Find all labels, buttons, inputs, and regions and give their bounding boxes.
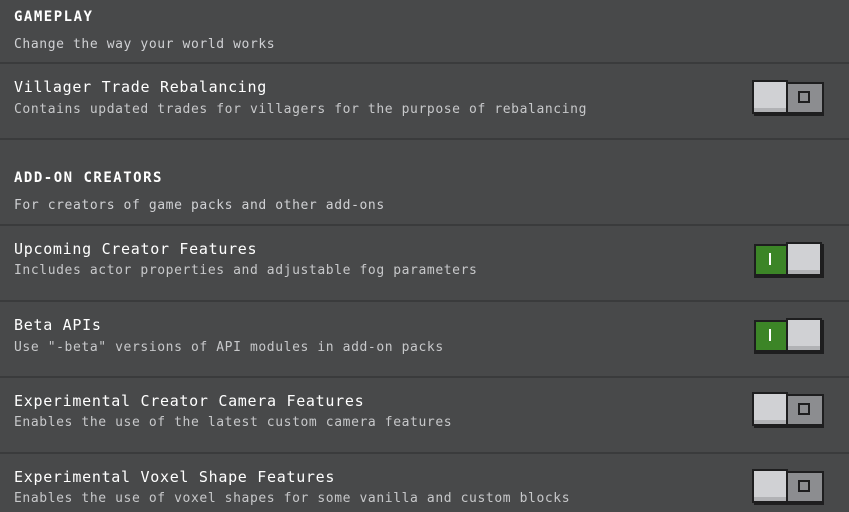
toggle-knob bbox=[752, 469, 788, 503]
setting-title: Experimental Voxel Shape Features bbox=[14, 468, 336, 486]
section-gameplay-header: GAMEPLAY Change the way your world works bbox=[0, 0, 849, 64]
section-addon-creators-header: ADD-ON CREATORS For creators of game pac… bbox=[0, 140, 849, 226]
section-title: GAMEPLAY bbox=[14, 9, 94, 25]
setting-row-upcoming-creator-features: Upcoming Creator Features Includes actor… bbox=[0, 226, 849, 302]
setting-title: Upcoming Creator Features bbox=[14, 240, 258, 258]
experimental-creator-camera-features-toggle[interactable] bbox=[752, 392, 824, 428]
toggle-knob bbox=[752, 80, 788, 114]
setting-row-experimental-voxel-shape-features: Experimental Voxel Shape Features Enable… bbox=[0, 454, 849, 512]
toggle-knob bbox=[752, 392, 788, 426]
section-title: ADD-ON CREATORS bbox=[14, 170, 163, 186]
setting-row-beta-apis: Beta APIs Use "-beta" versions of API mo… bbox=[0, 302, 849, 378]
setting-description: Enables the use of the latest custom cam… bbox=[14, 415, 453, 430]
setting-row-villager-trade-rebalancing: Villager Trade Rebalancing Contains upda… bbox=[0, 64, 849, 140]
upcoming-creator-features-toggle[interactable] bbox=[754, 242, 824, 278]
toggle-on-icon bbox=[754, 322, 786, 348]
beta-apis-toggle[interactable] bbox=[754, 318, 824, 354]
setting-description: Contains updated trades for villagers fo… bbox=[14, 102, 588, 117]
experimental-voxel-shape-features-toggle[interactable] bbox=[752, 469, 824, 505]
setting-description: Enables the use of voxel shapes for some… bbox=[14, 491, 571, 506]
setting-title: Beta APIs bbox=[14, 316, 102, 334]
setting-title: Experimental Creator Camera Features bbox=[14, 392, 365, 410]
setting-title: Villager Trade Rebalancing bbox=[14, 78, 267, 96]
toggle-knob bbox=[786, 242, 822, 276]
setting-description: Use "-beta" versions of API modules in a… bbox=[14, 340, 444, 355]
setting-description: Includes actor properties and adjustable… bbox=[14, 263, 478, 278]
section-description: For creators of game packs and other add… bbox=[14, 198, 385, 213]
experiments-panel: GAMEPLAY Change the way your world works… bbox=[0, 0, 849, 512]
toggle-knob bbox=[786, 318, 822, 352]
toggle-on-icon bbox=[754, 246, 786, 272]
toggle-off-icon bbox=[788, 396, 820, 422]
toggle-off-icon bbox=[788, 84, 820, 110]
setting-row-experimental-creator-camera-features: Experimental Creator Camera Features Ena… bbox=[0, 378, 849, 454]
villager-trade-rebalancing-toggle[interactable] bbox=[752, 80, 824, 116]
section-description: Change the way your world works bbox=[14, 37, 276, 52]
toggle-off-icon bbox=[788, 473, 820, 499]
